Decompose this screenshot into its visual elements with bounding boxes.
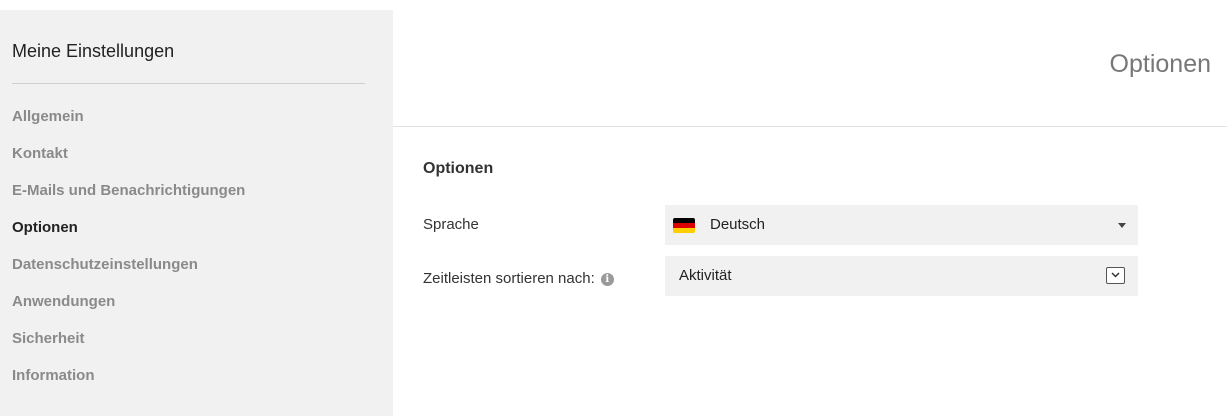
settings-nav: Allgemein Kontakt E-Mails und Benachrich… [12, 106, 245, 402]
sidebar-item-allgemein[interactable]: Allgemein [12, 106, 245, 143]
section-title: Optionen [423, 160, 494, 177]
timeline-sort-value: Aktivität [679, 267, 732, 284]
timeline-sort-select[interactable]: Aktivität [665, 256, 1138, 296]
sidebar-item-datenschutz[interactable]: Datenschutzeinstellungen [12, 254, 245, 291]
language-select[interactable]: Deutsch [665, 205, 1138, 245]
timeline-sort-label: Zeitleisten sortieren nach: i [423, 270, 614, 287]
language-value: Deutsch [710, 216, 766, 233]
settings-sidebar: Meine Einstellungen Allgemein Kontakt E-… [0, 10, 393, 416]
page-title: Optionen [1109, 50, 1211, 78]
language-label: Sprache [423, 216, 479, 233]
sidebar-item-kontakt[interactable]: Kontakt [12, 143, 245, 180]
sidebar-item-optionen[interactable]: Optionen [12, 217, 245, 254]
info-icon[interactable]: i [600, 273, 614, 286]
chevron-down-icon[interactable] [1106, 267, 1125, 284]
timeline-sort-label-text: Zeitleisten sortieren nach: [423, 270, 595, 287]
sidebar-divider [12, 83, 365, 84]
caret-down-icon [1118, 223, 1126, 228]
german-flag-icon [673, 218, 695, 233]
header-divider [393, 126, 1227, 127]
sidebar-item-sicherheit[interactable]: Sicherheit [12, 328, 245, 365]
sidebar-item-information[interactable]: Information [12, 365, 245, 402]
settings-main: Optionen Optionen Sprache Deutsch Zeitle… [393, 0, 1227, 416]
sidebar-item-anwendungen[interactable]: Anwendungen [12, 291, 245, 328]
sidebar-item-emails[interactable]: E-Mails und Benachrichtigungen [12, 180, 245, 217]
sidebar-title: Meine Einstellungen [12, 41, 175, 61]
